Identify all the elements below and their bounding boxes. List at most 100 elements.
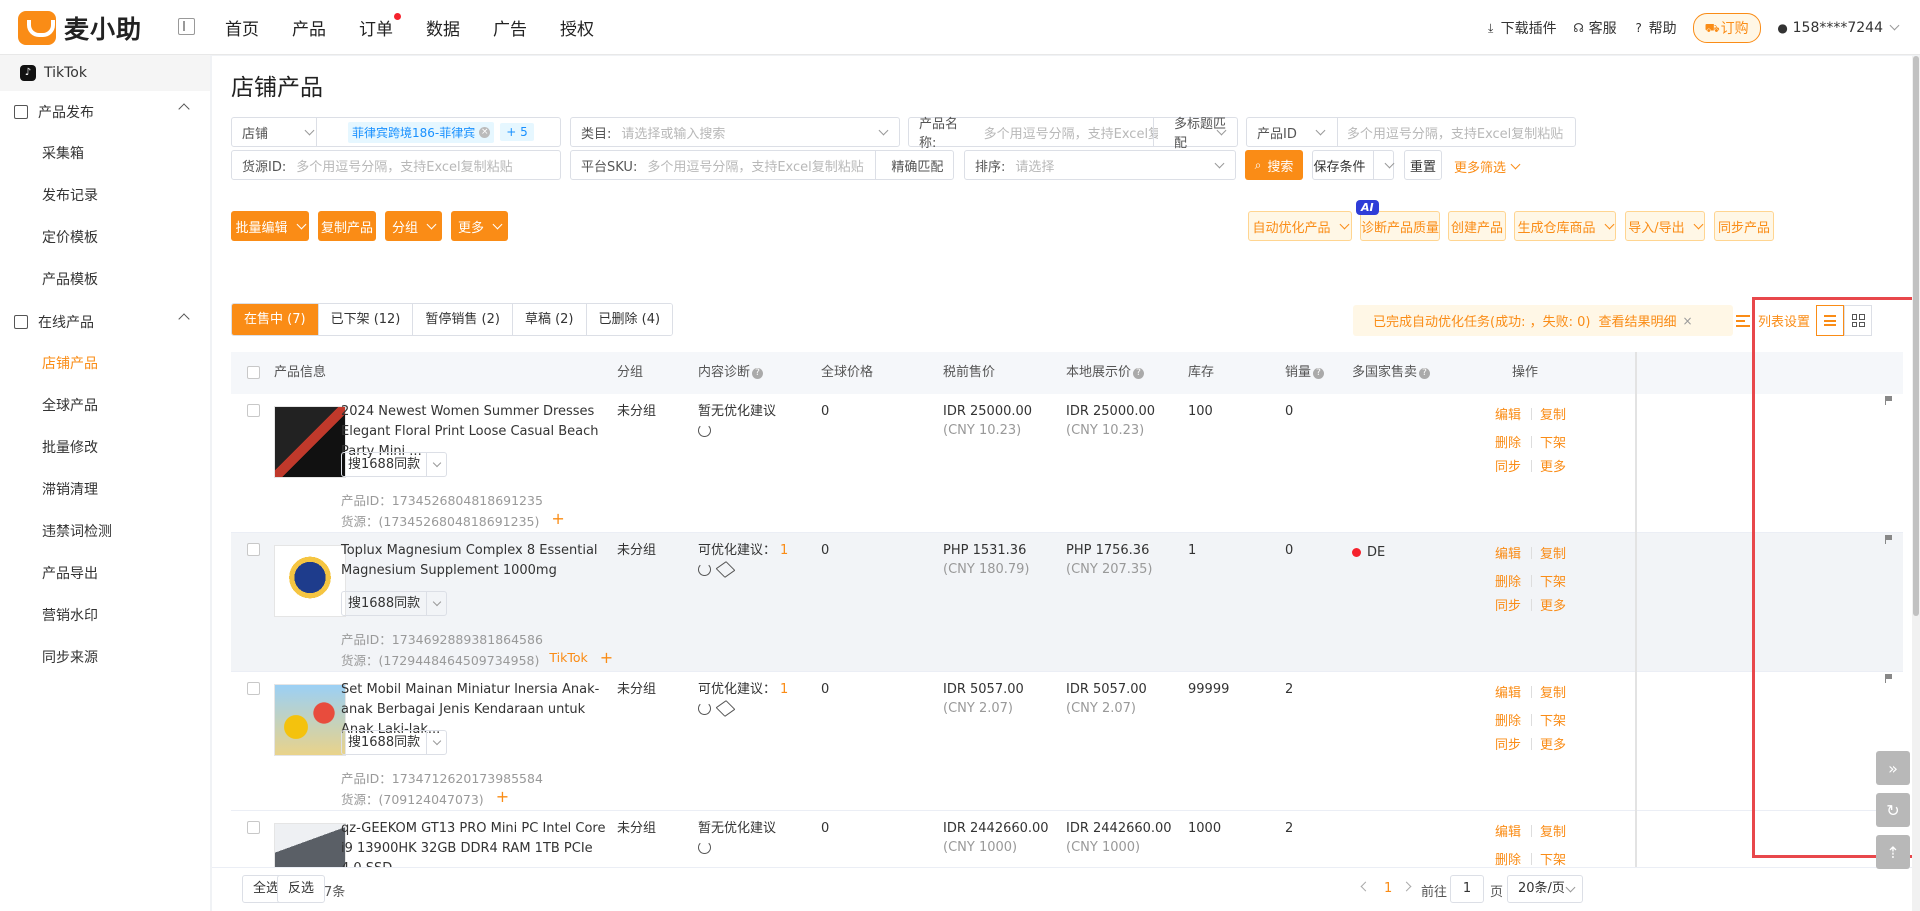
sidebar-group-online[interactable]: 在线产品: [0, 301, 210, 343]
delete-link[interactable]: 删除: [1495, 432, 1521, 451]
send-icon[interactable]: [715, 561, 736, 578]
tab-draft[interactable]: 草稿 (2): [511, 304, 586, 335]
more-link[interactable]: 更多: [1540, 456, 1566, 475]
row-checkbox[interactable]: [247, 404, 260, 417]
add-source-icon[interactable]: +: [600, 650, 613, 669]
category-filter[interactable]: 类目: 请选择或输入搜索: [570, 117, 900, 147]
source-id-filter[interactable]: 货源ID: 多个用逗号分隔，支持Excel复制粘贴: [231, 150, 561, 180]
add-source-icon[interactable]: +: [551, 511, 564, 530]
source-tag[interactable]: TikTok: [549, 650, 587, 669]
sidebar-item-watermark[interactable]: 营销水印: [0, 595, 210, 637]
search-1688-label[interactable]: 搜1688同款: [342, 592, 426, 615]
sync-link[interactable]: 同步: [1495, 456, 1521, 475]
chevron-down-icon[interactable]: [426, 453, 446, 476]
invert-selection-button[interactable]: 反选: [277, 875, 326, 903]
product-thumbnail[interactable]: [274, 684, 346, 756]
help-link[interactable]: ? 帮助: [1633, 18, 1676, 38]
search-1688-dropdown[interactable]: 搜1688同款: [341, 591, 448, 616]
sidebar-item-product-template[interactable]: 产品模板: [0, 259, 210, 301]
row-checkbox[interactable]: [247, 682, 260, 695]
generate-warehouse-button[interactable]: 生成仓库商品: [1514, 211, 1616, 241]
country-badge[interactable]: DE: [1352, 545, 1385, 560]
nav-home[interactable]: 首页: [225, 15, 259, 40]
view-results-link[interactable]: 查看结果明细: [1598, 311, 1676, 330]
sync-link[interactable]: 同步: [1495, 734, 1521, 753]
back-to-top-icon[interactable]: ⇡: [1876, 835, 1910, 869]
diag-count[interactable]: 1: [780, 682, 788, 697]
more-filters-link[interactable]: 更多筛选: [1454, 157, 1521, 176]
vertical-scrollbar[interactable]: [1912, 56, 1920, 911]
tab-on-sale[interactable]: 在售中 (7): [232, 304, 318, 335]
product-id-select[interactable]: 产品ID: [1257, 123, 1297, 142]
product-name[interactable]: Toplux Magnesium Complex 8 Essential Mag…: [341, 541, 606, 581]
refresh-icon[interactable]: ↻: [1876, 793, 1910, 827]
help-icon[interactable]: ?: [1419, 368, 1431, 379]
search-1688-dropdown[interactable]: 搜1688同款: [341, 730, 448, 755]
page-input[interactable]: 1: [1450, 875, 1484, 903]
sidebar-item-sync-source[interactable]: 同步来源: [0, 637, 210, 679]
next-page-icon[interactable]: [1401, 881, 1412, 892]
sidebar-item-slow-clean[interactable]: 滞销清理: [0, 469, 210, 511]
current-page[interactable]: 1: [1384, 881, 1392, 896]
delete-link[interactable]: 删除: [1495, 849, 1521, 868]
shop-filter[interactable]: 店铺 菲律宾跨境186-菲律宾 × + 5: [231, 117, 561, 147]
row-checkbox[interactable]: [247, 821, 260, 834]
more-link[interactable]: 更多: [1540, 734, 1566, 753]
delist-link[interactable]: 下架: [1540, 571, 1566, 590]
match-mode-select[interactable]: 多标题匹配: [1174, 113, 1237, 151]
edit-link[interactable]: 编辑: [1495, 543, 1521, 562]
sidebar-item-batch-edit[interactable]: 批量修改: [0, 427, 210, 469]
sidebar-item-banned-words[interactable]: 违禁词检测: [0, 511, 210, 553]
reset-button[interactable]: 重置: [1404, 150, 1442, 180]
prev-page-icon[interactable]: [1360, 881, 1371, 892]
sidebar-group-publish[interactable]: 产品发布: [0, 91, 210, 133]
sidebar-item-global-products[interactable]: 全球产品: [0, 385, 210, 427]
sidebar-item-shop-products[interactable]: 店铺产品: [0, 343, 210, 385]
scrollbar-thumb[interactable]: [1913, 56, 1919, 616]
product-thumbnail[interactable]: [274, 545, 346, 617]
add-source-icon[interactable]: +: [496, 789, 509, 808]
sidebar-item-collect-box[interactable]: 采集箱: [0, 133, 210, 175]
close-icon[interactable]: ×: [1682, 314, 1692, 328]
nav-auth[interactable]: 授权: [560, 15, 594, 40]
delist-link[interactable]: 下架: [1540, 432, 1566, 451]
page-size-select[interactable]: 20条/页: [1507, 875, 1583, 903]
copy-link[interactable]: 复制: [1540, 821, 1566, 840]
edit-link[interactable]: 编辑: [1495, 404, 1521, 423]
help-icon[interactable]: ?: [1133, 368, 1145, 379]
tab-paused[interactable]: 暂停销售 (2): [412, 304, 512, 335]
sort-filter[interactable]: 排序: 请选择: [964, 150, 1236, 180]
search-button[interactable]: ⌕ 搜索: [1245, 150, 1303, 180]
copy-link[interactable]: 复制: [1540, 543, 1566, 562]
delete-link[interactable]: 删除: [1495, 571, 1521, 590]
nav-products[interactable]: 产品: [292, 15, 326, 40]
diag-count[interactable]: 1: [780, 543, 788, 558]
collapse-sidebar-icon[interactable]: [178, 18, 195, 35]
search-1688-dropdown[interactable]: 搜1688同款: [341, 452, 448, 477]
import-export-button[interactable]: 导入/导出: [1625, 211, 1705, 241]
product-id-filter[interactable]: 产品ID 多个用逗号分隔，支持Excel复制粘贴: [1246, 117, 1576, 147]
auto-optimize-button[interactable]: 自动优化产品: [1248, 211, 1352, 241]
sidebar-item-publish-records[interactable]: 发布记录: [0, 175, 210, 217]
row-checkbox[interactable]: [247, 543, 260, 556]
diagnose-quality-button[interactable]: 诊断产品质量: [1360, 211, 1440, 241]
platform-selector[interactable]: ♪ TikTok: [0, 55, 210, 91]
sync-link[interactable]: 同步: [1495, 595, 1521, 614]
create-product-button[interactable]: 创建产品: [1448, 211, 1506, 241]
download-plugin-link[interactable]: ⤓ 下载插件: [1485, 18, 1557, 38]
sidebar-item-pricing-template[interactable]: 定价模板: [0, 217, 210, 259]
chevron-down-icon[interactable]: [426, 731, 446, 754]
delist-link[interactable]: 下架: [1540, 710, 1566, 729]
refresh-icon[interactable]: [698, 702, 711, 715]
delist-link[interactable]: 下架: [1540, 849, 1566, 868]
search-1688-label[interactable]: 搜1688同款: [342, 453, 426, 476]
edit-link[interactable]: 编辑: [1495, 821, 1521, 840]
expand-icon[interactable]: »: [1876, 751, 1910, 785]
help-icon[interactable]: ?: [752, 368, 764, 379]
close-icon[interactable]: ×: [479, 126, 491, 138]
search-1688-label[interactable]: 搜1688同款: [342, 731, 426, 754]
nav-ads[interactable]: 广告: [493, 15, 527, 40]
send-icon[interactable]: [715, 700, 736, 717]
product-name-filter[interactable]: 产品名称: 多个用逗号分隔，支持Excel复制粘 多标题匹配: [908, 117, 1238, 151]
edit-link[interactable]: 编辑: [1495, 682, 1521, 701]
